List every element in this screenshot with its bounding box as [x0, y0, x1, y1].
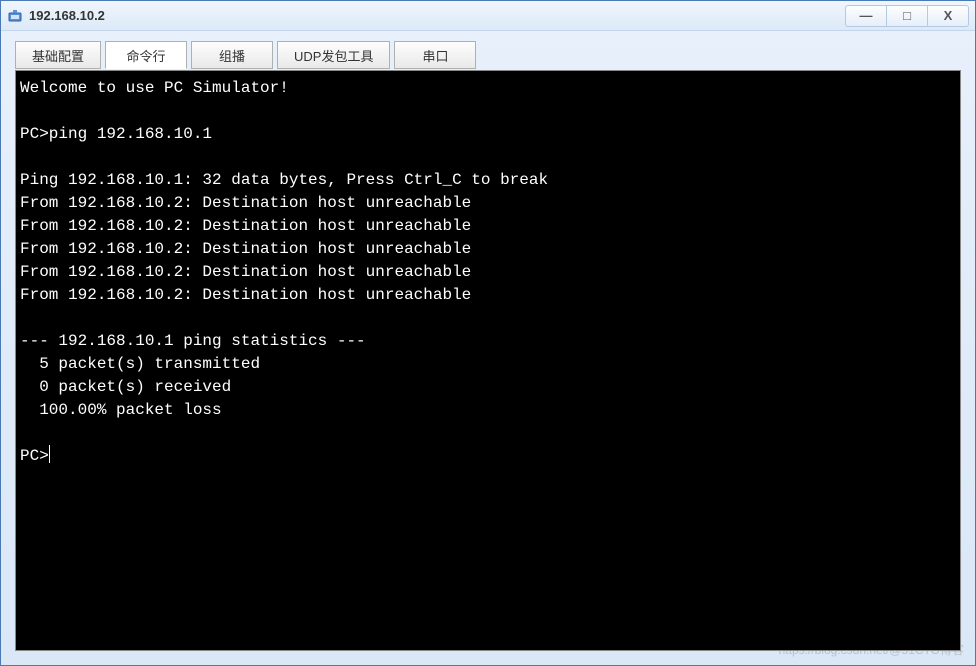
window-title: 192.168.10.2 [29, 8, 846, 23]
maximize-icon: □ [903, 8, 911, 23]
tab-label: 组播 [219, 46, 245, 65]
window-controls: — □ X [846, 5, 969, 27]
tab-serial[interactable]: 串口 [394, 41, 476, 69]
terminal-prompt: PC> [20, 447, 49, 465]
minimize-button[interactable]: — [845, 5, 887, 27]
app-window: 192.168.10.2 — □ X 基础配置 命令行 组播 UDP发包工具 串… [0, 0, 976, 666]
tab-bar: 基础配置 命令行 组播 UDP发包工具 串口 [15, 41, 961, 71]
terminal-cursor [49, 445, 50, 463]
tab-label: 串口 [422, 46, 448, 65]
tab-multicast[interactable]: 组播 [191, 41, 273, 69]
tab-label: 基础配置 [32, 46, 84, 65]
minimize-icon: — [860, 8, 873, 23]
app-icon [7, 8, 23, 24]
content-wrapper: 基础配置 命令行 组播 UDP发包工具 串口 Welcome to use PC… [1, 31, 975, 665]
titlebar[interactable]: 192.168.10.2 — □ X [1, 1, 975, 31]
close-icon: X [944, 8, 953, 23]
tab-basic-config[interactable]: 基础配置 [15, 41, 101, 69]
tab-command-line[interactable]: 命令行 [105, 41, 187, 69]
tab-udp-tool[interactable]: UDP发包工具 [277, 41, 390, 69]
tab-label: UDP发包工具 [294, 46, 373, 65]
maximize-button[interactable]: □ [886, 5, 928, 27]
tab-label: 命令行 [127, 46, 166, 65]
close-button[interactable]: X [927, 5, 969, 27]
terminal-output[interactable]: Welcome to use PC Simulator! PC>ping 192… [15, 70, 961, 651]
